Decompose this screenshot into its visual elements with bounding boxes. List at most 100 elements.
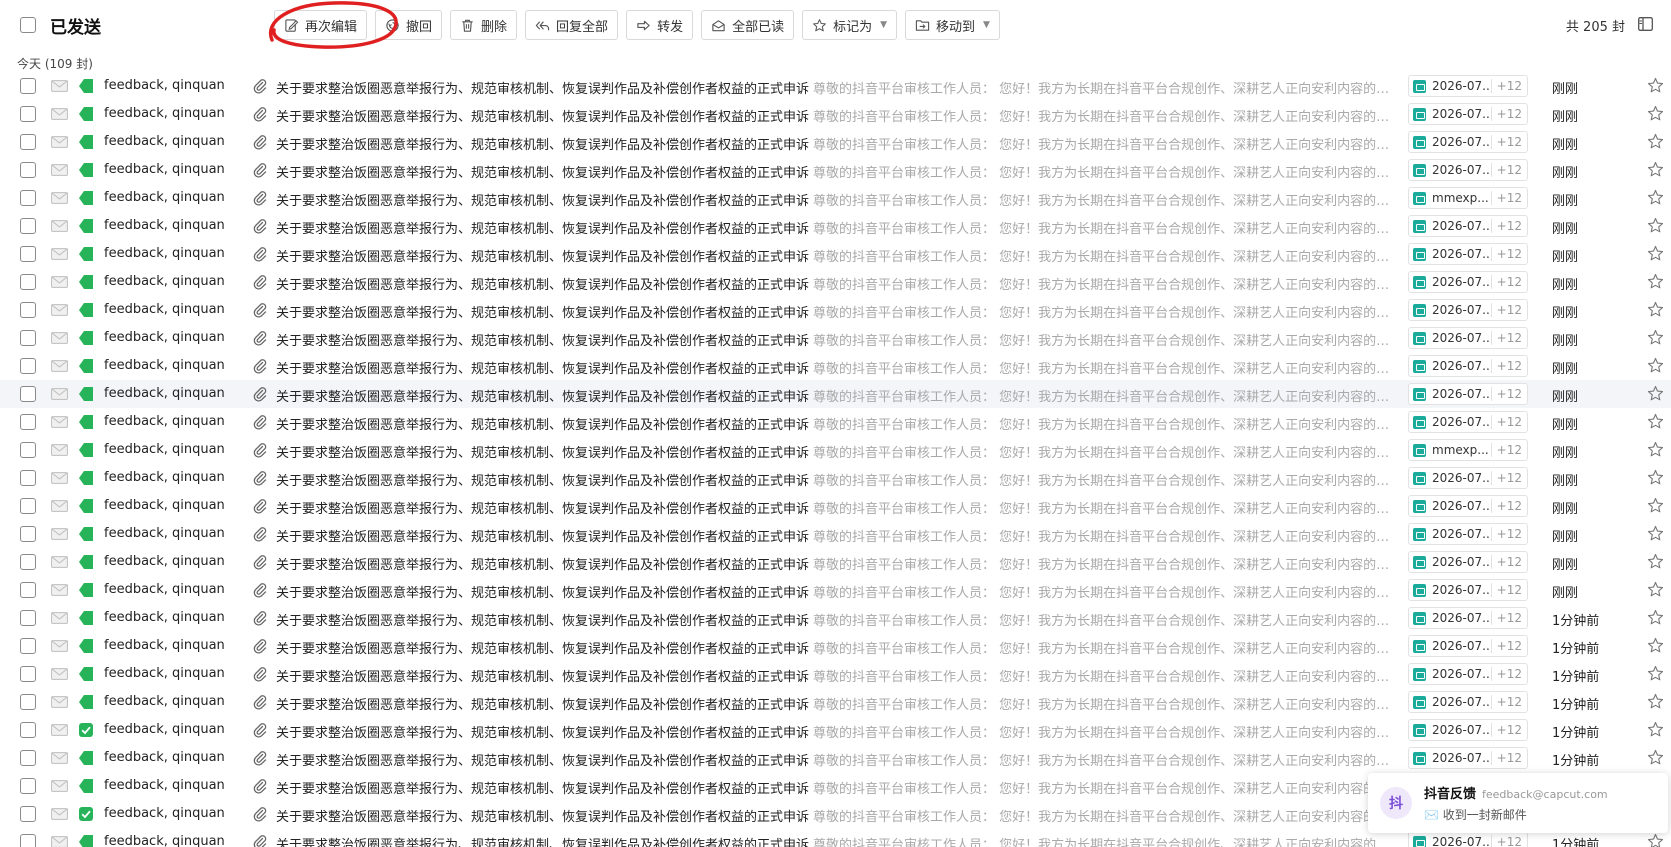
row-checkbox[interactable]: [20, 218, 36, 234]
attachment-chip[interactable]: 2026-07...+12: [1408, 159, 1528, 181]
mail-row[interactable]: feedback, qinquan 关于要求整治饭圈恶意举报行为、规范审核机制、恢…: [0, 744, 1671, 772]
mark-all-read-button[interactable]: 全部已读: [701, 10, 795, 40]
attachment-chip[interactable]: 2026-07...+12: [1408, 495, 1528, 517]
attachment-chip[interactable]: 2026-07...+12: [1408, 383, 1528, 405]
attachment-chip[interactable]: 2026-07...+12: [1408, 579, 1528, 601]
star-icon[interactable]: [1647, 637, 1664, 654]
mail-row[interactable]: feedback, qinquan 关于要求整治饭圈恶意举报行为、规范审核机制、恢…: [0, 268, 1671, 296]
mail-row[interactable]: feedback, qinquan 关于要求整治饭圈恶意举报行为、规范审核机制、恢…: [0, 72, 1671, 100]
reading-pane-toggle-icon[interactable]: [1638, 17, 1653, 31]
attachment-chip[interactable]: 2026-07...+12: [1408, 131, 1528, 153]
forward-button[interactable]: 转发: [626, 10, 694, 40]
star-icon[interactable]: [1647, 245, 1664, 262]
row-checkbox[interactable]: [20, 134, 36, 150]
mail-row[interactable]: feedback, qinquan 关于要求整治饭圈恶意举报行为、规范审核机制、恢…: [0, 436, 1671, 464]
star-icon[interactable]: [1647, 357, 1664, 374]
row-checkbox[interactable]: [20, 694, 36, 710]
mail-row[interactable]: feedback, qinquan 关于要求整治饭圈恶意举报行为、规范审核机制、恢…: [0, 520, 1671, 548]
attachment-chip[interactable]: 2026-07...+12: [1408, 719, 1528, 741]
star-icon[interactable]: [1647, 385, 1664, 402]
row-checkbox[interactable]: [20, 274, 36, 290]
mail-row[interactable]: feedback, qinquan 关于要求整治饭圈恶意举报行为、规范审核机制、恢…: [0, 660, 1671, 688]
row-checkbox[interactable]: [20, 162, 36, 178]
mail-row[interactable]: feedback, qinquan 关于要求整治饭圈恶意举报行为、规范审核机制、恢…: [0, 492, 1671, 520]
mail-row[interactable]: feedback, qinquan 关于要求整治饭圈恶意举报行为、规范审核机制、恢…: [0, 156, 1671, 184]
mail-row[interactable]: feedback, qinquan 关于要求整治饭圈恶意举报行为、规范审核机制、恢…: [0, 716, 1671, 744]
star-icon[interactable]: [1647, 77, 1664, 94]
row-checkbox[interactable]: [20, 722, 36, 738]
attachment-chip[interactable]: 2026-07...+12: [1408, 75, 1528, 97]
star-icon[interactable]: [1647, 665, 1664, 682]
mail-row[interactable]: feedback, qinquan 关于要求整治饭圈恶意举报行为、规范审核机制、恢…: [0, 324, 1671, 352]
new-mail-notification[interactable]: 抖 抖音反馈 feedback@capcut.com ✉️ 收到一封新邮件: [1368, 773, 1668, 833]
mail-row[interactable]: feedback, qinquan 关于要求整治饭圈恶意举报行为、规范审核机制、恢…: [0, 688, 1671, 716]
mail-row[interactable]: feedback, qinquan 关于要求整治饭圈恶意举报行为、规范审核机制、恢…: [0, 632, 1671, 660]
mail-row[interactable]: feedback, qinquan 关于要求整治饭圈恶意举报行为、规范审核机制、恢…: [0, 184, 1671, 212]
delete-button[interactable]: 删除: [450, 10, 518, 40]
attachment-chip[interactable]: 2026-07...+12: [1408, 831, 1528, 847]
row-checkbox[interactable]: [20, 498, 36, 514]
star-icon[interactable]: [1647, 749, 1664, 766]
mail-row[interactable]: feedback, qinquan 关于要求整治饭圈恶意举报行为、规范审核机制、恢…: [0, 128, 1671, 156]
row-checkbox[interactable]: [20, 806, 36, 822]
mail-row[interactable]: feedback, qinquan 关于要求整治饭圈恶意举报行为、规范审核机制、恢…: [0, 548, 1671, 576]
star-icon[interactable]: [1647, 329, 1664, 346]
star-icon[interactable]: [1647, 553, 1664, 570]
row-checkbox[interactable]: [20, 834, 36, 847]
star-icon[interactable]: [1647, 273, 1664, 290]
star-icon[interactable]: [1647, 133, 1664, 150]
row-checkbox[interactable]: [20, 526, 36, 542]
star-icon[interactable]: [1647, 581, 1664, 598]
attachment-chip[interactable]: 2026-07...+12: [1408, 103, 1528, 125]
attachment-chip[interactable]: 2026-07...+12: [1408, 215, 1528, 237]
star-icon[interactable]: [1647, 469, 1664, 486]
row-checkbox[interactable]: [20, 246, 36, 262]
row-checkbox[interactable]: [20, 302, 36, 318]
row-checkbox[interactable]: [20, 78, 36, 94]
row-checkbox[interactable]: [20, 190, 36, 206]
mail-row[interactable]: feedback, qinquan 关于要求整治饭圈恶意举报行为、规范审核机制、恢…: [0, 464, 1671, 492]
mail-row[interactable]: feedback, qinquan 关于要求整治饭圈恶意举报行为、规范审核机制、恢…: [0, 576, 1671, 604]
attachment-chip[interactable]: 2026-07...+12: [1408, 243, 1528, 265]
attachment-chip[interactable]: 2026-07...+12: [1408, 355, 1528, 377]
star-icon[interactable]: [1647, 525, 1664, 542]
star-icon[interactable]: [1647, 413, 1664, 430]
star-icon[interactable]: [1647, 693, 1664, 710]
star-icon[interactable]: [1647, 217, 1664, 234]
star-icon[interactable]: [1647, 301, 1664, 318]
attachment-chip[interactable]: 2026-07...+12: [1408, 607, 1528, 629]
mark-as-dropdown[interactable]: 标记为 ▼: [802, 10, 898, 40]
row-checkbox[interactable]: [20, 750, 36, 766]
attachment-chip[interactable]: 2026-07...+12: [1408, 271, 1528, 293]
attachment-chip[interactable]: 2026-07...+12: [1408, 635, 1528, 657]
row-checkbox[interactable]: [20, 386, 36, 402]
row-checkbox[interactable]: [20, 582, 36, 598]
attachment-chip[interactable]: 2026-07...+12: [1408, 747, 1528, 769]
row-checkbox[interactable]: [20, 330, 36, 346]
re-edit-button[interactable]: 再次编辑: [274, 10, 368, 40]
star-icon[interactable]: [1647, 161, 1664, 178]
attachment-chip[interactable]: 2026-07...+12: [1408, 467, 1528, 489]
select-all-checkbox[interactable]: [20, 17, 36, 33]
row-checkbox[interactable]: [20, 358, 36, 374]
attachment-chip[interactable]: 2026-07...+12: [1408, 691, 1528, 713]
star-icon[interactable]: [1647, 609, 1664, 626]
star-icon[interactable]: [1647, 105, 1664, 122]
star-icon[interactable]: [1647, 833, 1664, 847]
attachment-chip[interactable]: 2026-07...+12: [1408, 551, 1528, 573]
recall-button[interactable]: 撤回: [375, 10, 443, 40]
mail-row[interactable]: feedback, qinquan 关于要求整治饭圈恶意举报行为、规范审核机制、恢…: [0, 352, 1671, 380]
row-checkbox[interactable]: [20, 442, 36, 458]
reply-all-button[interactable]: 回复全部: [525, 10, 619, 40]
attachment-chip[interactable]: mmexp... +12: [1408, 439, 1528, 461]
attachment-chip[interactable]: 2026-07...+12: [1408, 523, 1528, 545]
attachment-chip[interactable]: mmexp... +12: [1408, 187, 1528, 209]
row-checkbox[interactable]: [20, 778, 36, 794]
star-icon[interactable]: [1647, 441, 1664, 458]
row-checkbox[interactable]: [20, 638, 36, 654]
attachment-chip[interactable]: 2026-07...+12: [1408, 663, 1528, 685]
row-checkbox[interactable]: [20, 470, 36, 486]
attachment-chip[interactable]: 2026-07...+12: [1408, 411, 1528, 433]
row-checkbox[interactable]: [20, 414, 36, 430]
star-icon[interactable]: [1647, 497, 1664, 514]
